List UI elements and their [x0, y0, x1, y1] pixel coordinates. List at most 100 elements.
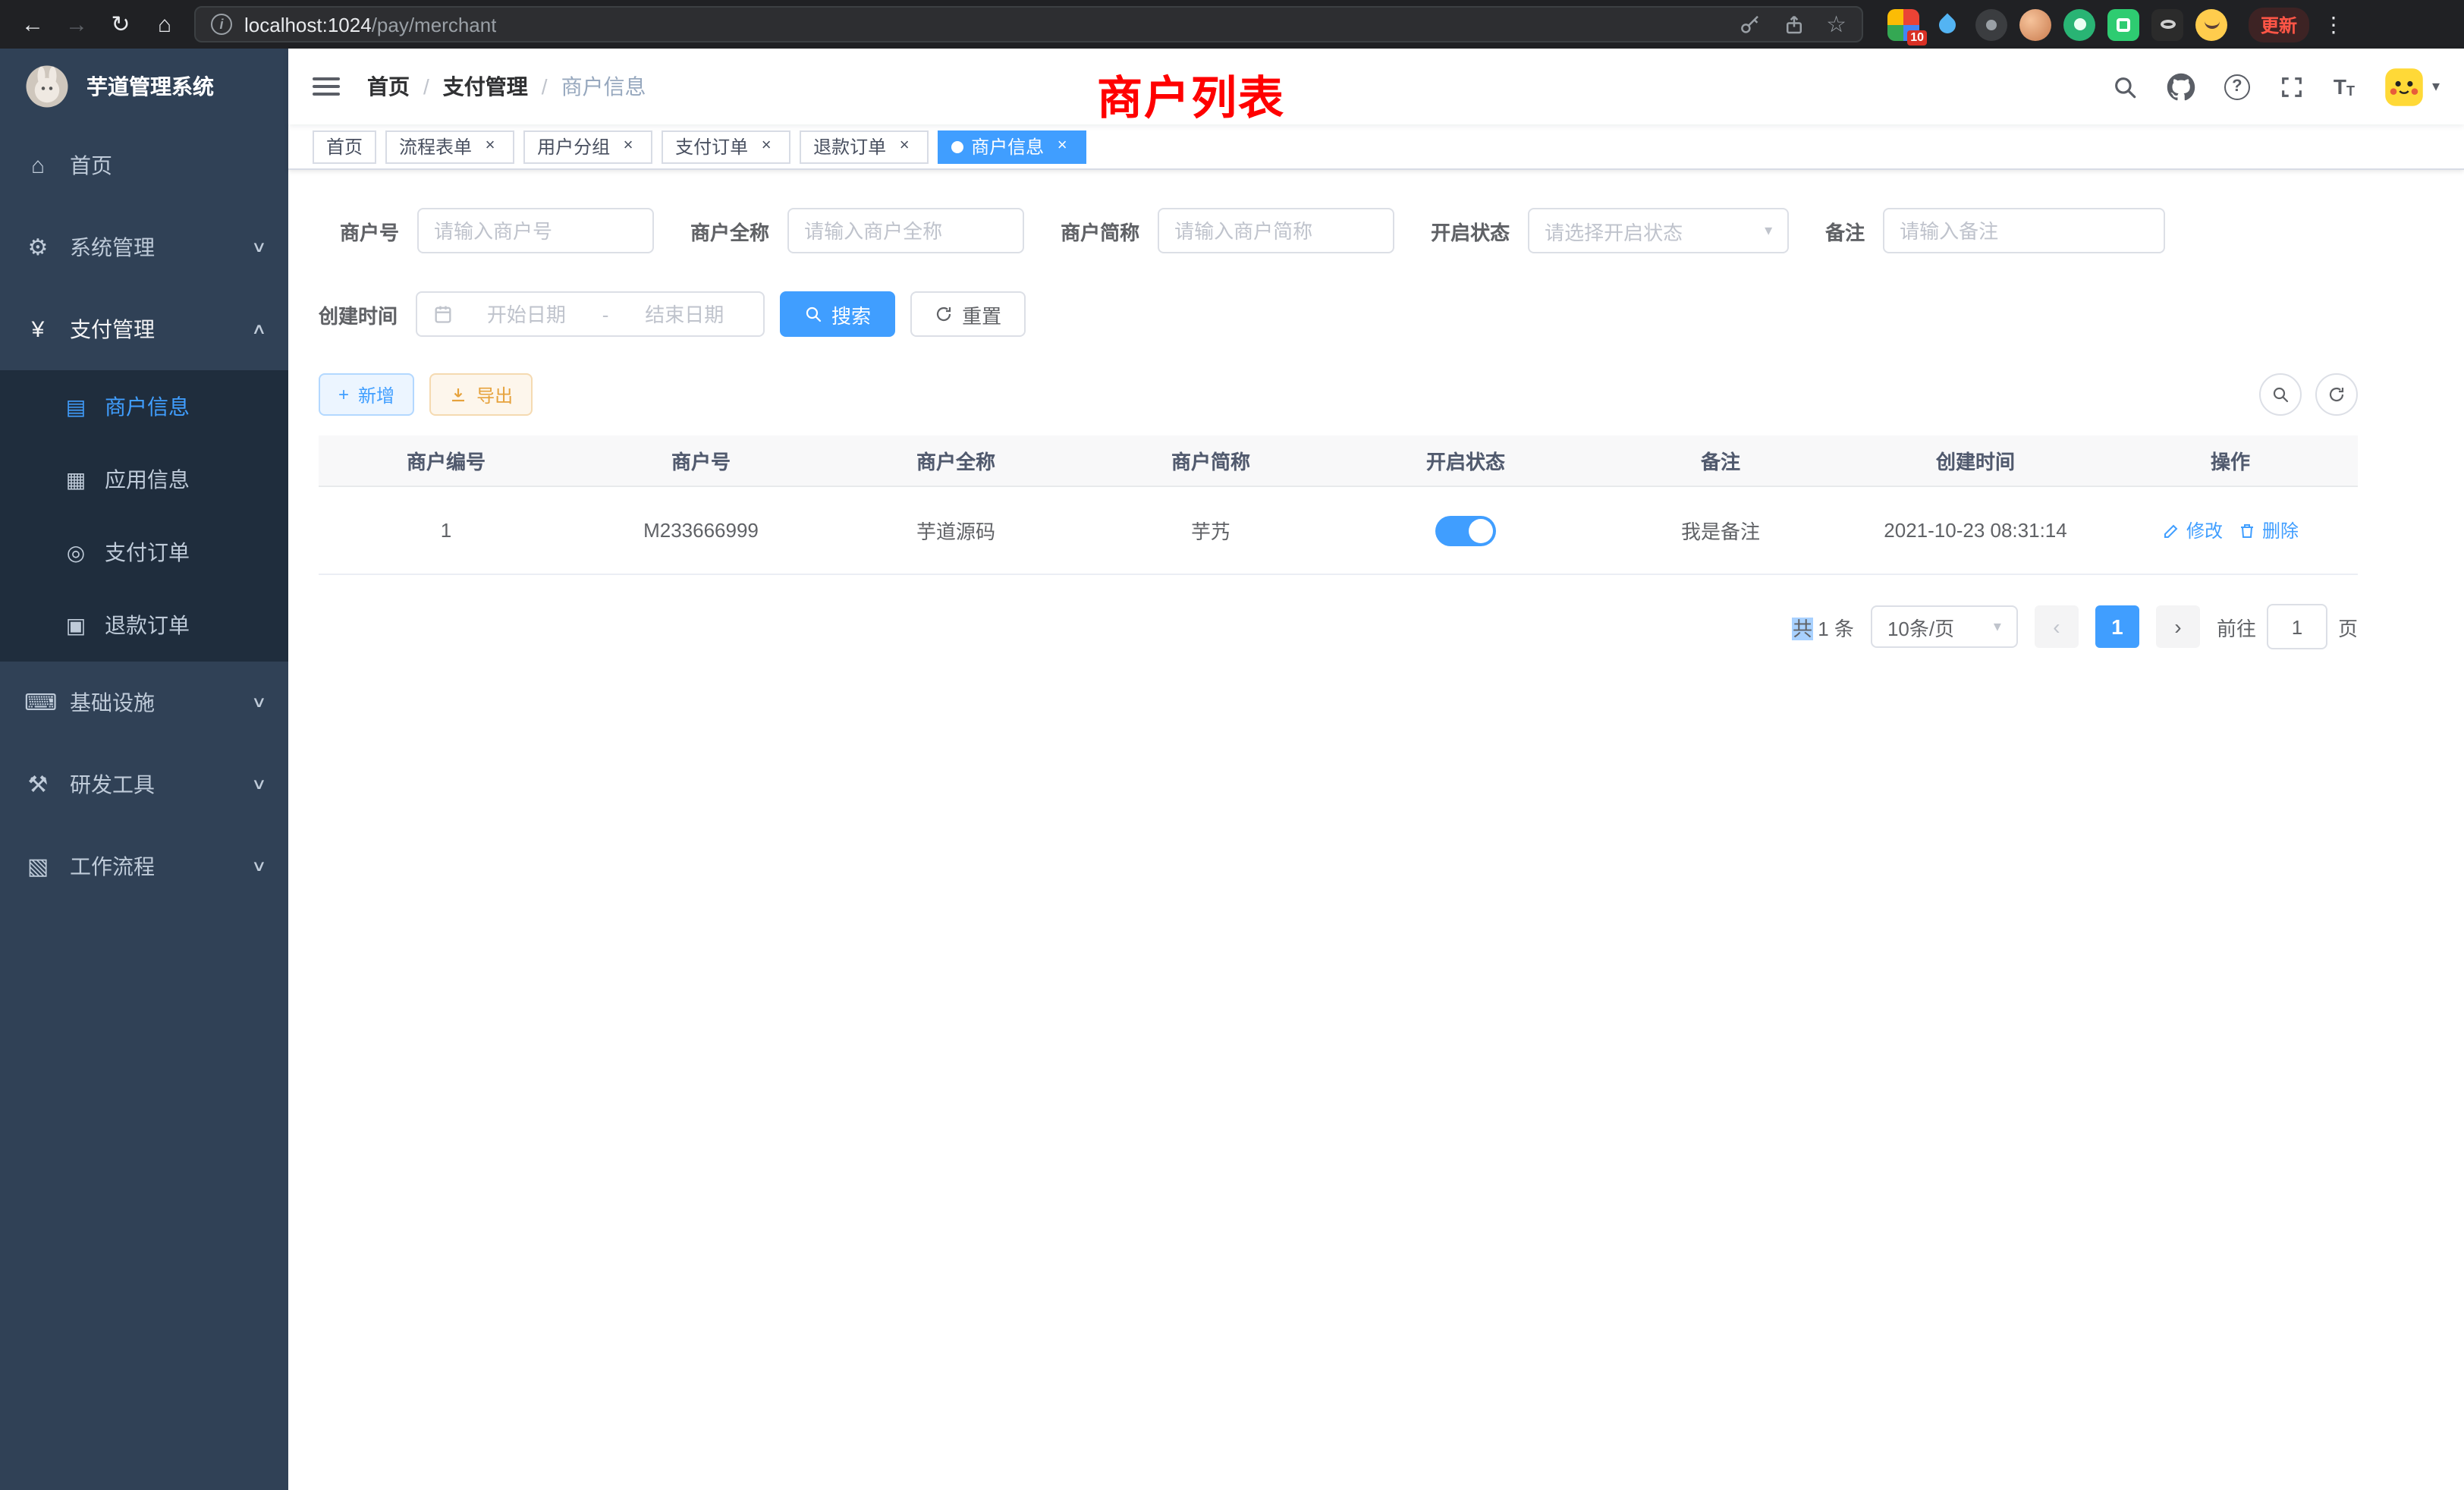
- address-bar[interactable]: i localhost:1024/pay/merchant ☆: [194, 6, 1863, 42]
- close-icon[interactable]: ×: [479, 136, 501, 157]
- sidebar-item-merchant-info[interactable]: ▤ 商户信息: [0, 370, 288, 443]
- hamburger-icon[interactable]: [313, 77, 340, 96]
- tab-refund-order[interactable]: 退款订单 ×: [800, 130, 929, 163]
- breadcrumb-payment[interactable]: 支付管理: [443, 71, 528, 102]
- reset-button[interactable]: 重置: [910, 291, 1026, 337]
- sidebar-item-dev-tools[interactable]: ⚒ 研发工具 ∨: [0, 743, 288, 825]
- sidebar-item-pay-order[interactable]: ◎ 支付订单: [0, 516, 288, 589]
- full-name-input[interactable]: [804, 219, 1007, 242]
- status-toggle[interactable]: [1435, 515, 1496, 545]
- column-header: 备注: [1593, 446, 1848, 475]
- total-highlight: 共: [1793, 617, 1812, 640]
- browser-reload-icon[interactable]: ↻: [100, 4, 141, 45]
- page-number-button[interactable]: 1: [2095, 605, 2139, 648]
- search-button[interactable]: 搜索: [780, 291, 895, 337]
- extension-icon-3[interactable]: [1975, 8, 2007, 40]
- user-avatar[interactable]: ▾: [2384, 66, 2440, 107]
- cell-short-name: 芋艿: [1083, 516, 1338, 545]
- tab-label: 流程表单: [399, 134, 472, 159]
- search-icon[interactable]: [2112, 74, 2138, 99]
- extension-icon-4[interactable]: [2019, 8, 2051, 40]
- chevron-down-icon: ∨: [250, 694, 266, 711]
- export-button[interactable]: 导出: [429, 373, 533, 416]
- filter-create-time: 创建时间 -: [319, 291, 765, 337]
- remark-input[interactable]: [1900, 219, 2148, 242]
- search-button-label: 搜索: [831, 300, 871, 328]
- tab-merchant-info[interactable]: 商户信息 ×: [938, 130, 1086, 163]
- share-icon[interactable]: [1782, 13, 1805, 36]
- merchant-no-input[interactable]: [434, 219, 637, 242]
- extension-icon-7[interactable]: [2151, 8, 2183, 40]
- sidebar-item-label: 支付管理: [70, 314, 155, 344]
- site-info-icon[interactable]: i: [211, 14, 232, 35]
- github-icon[interactable]: [2167, 72, 2195, 101]
- merchant-table: 商户编号 商户号 商户全称 商户简称 开启状态 备注 创建时间 操作 1 M23…: [319, 435, 2358, 575]
- extension-icon-8[interactable]: [2195, 8, 2227, 40]
- delete-button[interactable]: 删除: [2238, 517, 2299, 543]
- tab-process-form[interactable]: 流程表单 ×: [385, 130, 514, 163]
- sidebar-item-label: 系统管理: [70, 232, 155, 262]
- app-logo[interactable]: 芋道管理系统: [0, 49, 288, 124]
- edit-button[interactable]: 修改: [2162, 517, 2223, 543]
- close-icon[interactable]: ×: [756, 136, 777, 157]
- logo-avatar-icon: [24, 64, 70, 109]
- toggle-search-button[interactable]: [2259, 373, 2302, 416]
- tab-pay-order[interactable]: 支付订单 ×: [662, 130, 790, 163]
- workflow-icon: ▧: [24, 853, 52, 880]
- extension-icon-1[interactable]: 10: [1887, 8, 1919, 40]
- gear-icon: ⚙: [24, 234, 52, 261]
- password-key-icon[interactable]: [1738, 13, 1761, 36]
- tab-home[interactable]: 首页: [313, 130, 376, 163]
- browser-home-icon[interactable]: ⌂: [144, 4, 185, 45]
- extension-icon-2[interactable]: [1931, 8, 1963, 40]
- date-range-picker[interactable]: -: [416, 291, 765, 337]
- toggle-knob: [1469, 518, 1493, 542]
- add-button[interactable]: + 新增: [319, 373, 414, 416]
- sidebar-item-system[interactable]: ⚙ 系统管理 ∨: [0, 206, 288, 288]
- refresh-table-button[interactable]: [2315, 373, 2358, 416]
- sidebar-item-payment[interactable]: ¥ 支付管理 ∧: [0, 288, 288, 370]
- breadcrumb-home[interactable]: 首页: [367, 71, 410, 102]
- short-name-input[interactable]: [1174, 219, 1378, 242]
- end-date-input[interactable]: [621, 303, 748, 325]
- column-header: 商户全称: [828, 446, 1083, 475]
- filter-label: 创建时间: [319, 300, 398, 328]
- extension-icon-5[interactable]: [2063, 8, 2095, 40]
- app-grid-icon: ▦: [64, 467, 88, 492]
- page-size-select[interactable]: 10条/页 ▾: [1871, 605, 2018, 648]
- browser-update-button[interactable]: 更新: [2249, 7, 2309, 42]
- sidebar-item-home[interactable]: ⌂ 首页: [0, 124, 288, 206]
- pagination-goto: 前往 页: [2217, 604, 2358, 649]
- sidebar-item-refund-order[interactable]: ▣ 退款订单: [0, 589, 288, 662]
- extension-icon-6[interactable]: [2107, 8, 2139, 40]
- prev-page-button[interactable]: ‹: [2035, 605, 2079, 648]
- status-select[interactable]: 请选择开启状态 ▾: [1528, 208, 1789, 253]
- help-icon[interactable]: ?: [2224, 74, 2250, 99]
- sidebar-item-infrastructure[interactable]: ⌨ 基础设施 ∨: [0, 662, 288, 743]
- tab-user-group[interactable]: 用户分组 ×: [523, 130, 652, 163]
- browser-back-icon[interactable]: ←: [12, 4, 53, 45]
- fullscreen-icon[interactable]: [2279, 74, 2305, 99]
- sidebar-item-label: 支付订单: [105, 537, 190, 567]
- browser-menu-icon[interactable]: ⋮: [2312, 11, 2355, 37]
- font-size-icon[interactable]: TT: [2334, 74, 2355, 99]
- caret-down-icon: ▾: [2432, 78, 2440, 95]
- breadcrumb-separator: /: [423, 74, 429, 99]
- screen: ← → ↻ ⌂ i localhost:1024/pay/merchant ☆ …: [0, 0, 2464, 1490]
- payment-submenu: ▤ 商户信息 ▦ 应用信息 ◎ 支付订单 ▣ 退款订单: [0, 370, 288, 662]
- start-date-input[interactable]: [463, 303, 590, 325]
- bookmark-star-icon[interactable]: ☆: [1826, 13, 1846, 36]
- refund-icon: ▣: [64, 612, 88, 638]
- goto-label: 前往: [2217, 612, 2256, 641]
- order-icon: ◎: [64, 539, 88, 565]
- next-page-button[interactable]: ›: [2156, 605, 2200, 648]
- cell-actions: 修改 删除: [2103, 517, 2358, 543]
- close-icon[interactable]: ×: [1051, 136, 1073, 157]
- sidebar-item-workflow[interactable]: ▧ 工作流程 ∨: [0, 825, 288, 907]
- sidebar-item-app-info[interactable]: ▦ 应用信息: [0, 443, 288, 516]
- goto-page-input[interactable]: [2274, 615, 2320, 638]
- close-icon[interactable]: ×: [894, 136, 915, 157]
- browser-forward-icon[interactable]: →: [56, 4, 97, 45]
- edit-label: 修改: [2186, 517, 2223, 543]
- close-icon[interactable]: ×: [618, 136, 639, 157]
